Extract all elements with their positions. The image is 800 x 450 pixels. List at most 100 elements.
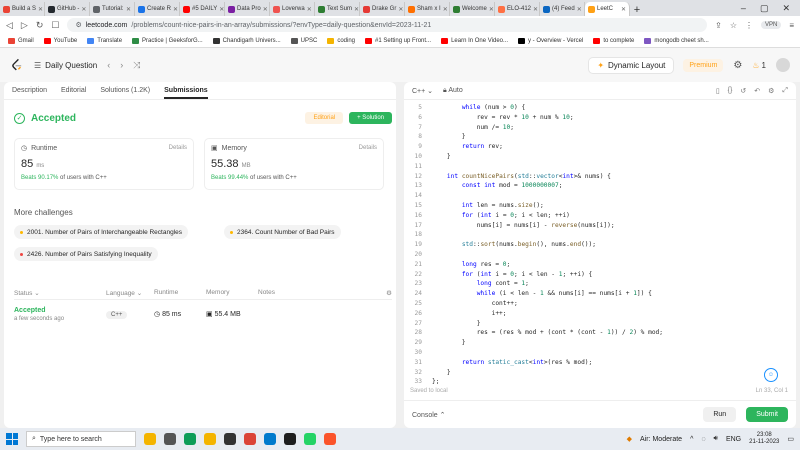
browser-tab[interactable]: ELO-412 ✕ bbox=[495, 2, 540, 16]
bookmark-item[interactable]: y - Overview - Vercel bbox=[518, 37, 583, 44]
windows-start-icon[interactable] bbox=[6, 433, 18, 445]
next-question-icon[interactable]: › bbox=[120, 60, 123, 70]
row-status-accepted[interactable]: Accepted bbox=[14, 307, 106, 314]
tab-solutions[interactable]: Solutions (1.2K) bbox=[100, 87, 150, 94]
weather-status[interactable]: Air: Moderate bbox=[640, 436, 682, 443]
notification-icon[interactable]: ▭ bbox=[787, 435, 794, 443]
tab-editorial[interactable]: Editorial bbox=[61, 87, 86, 94]
more-icon[interactable]: ≡ bbox=[789, 21, 794, 30]
bookmark-item[interactable]: mongodb cheet sh... bbox=[644, 37, 709, 44]
weather-widget-icon[interactable] bbox=[144, 433, 156, 445]
vpn-button[interactable]: VPN bbox=[760, 21, 782, 29]
language-indicator[interactable]: ENG bbox=[726, 436, 741, 443]
tray-chevron-icon[interactable]: ^ bbox=[690, 436, 693, 443]
tab-close-icon[interactable]: ✕ bbox=[443, 6, 448, 13]
tab-submissions[interactable]: Submissions bbox=[164, 87, 208, 99]
leetcode-logo-icon[interactable] bbox=[10, 58, 24, 72]
reset-icon[interactable]: ↺ bbox=[740, 87, 746, 95]
browser-tab[interactable]: LeetC ✕ bbox=[585, 2, 630, 16]
browser-tab[interactable]: (4) Feed ✕ bbox=[540, 2, 585, 16]
bookmark-item[interactable]: UPSC bbox=[290, 37, 317, 44]
challenge-chip-2426[interactable]: 2426. Number of Pairs Satisfying Inequal… bbox=[14, 247, 158, 261]
language-header[interactable]: Language ⌄ bbox=[106, 289, 154, 297]
browser-tab[interactable]: Welcome ✕ bbox=[450, 2, 495, 16]
close-window-icon[interactable]: ✕ bbox=[782, 3, 790, 14]
tab-close-icon[interactable]: ✕ bbox=[173, 6, 178, 13]
taskbar-search[interactable]: ⌕ Type here to search bbox=[26, 431, 136, 447]
fullscreen-icon[interactable]: ⤢ bbox=[782, 87, 788, 95]
tab-close-icon[interactable]: ✕ bbox=[577, 6, 582, 13]
maximize-icon[interactable]: ▢ bbox=[760, 3, 769, 14]
code-area[interactable]: 5 while (num > 0) {6 rev = rev * 10 + nu… bbox=[404, 100, 796, 390]
tab-close-icon[interactable]: ✕ bbox=[307, 6, 312, 13]
browser-tab[interactable]: Sham x I ✕ bbox=[405, 2, 450, 16]
browser-tab[interactable]: Drake Gr ✕ bbox=[360, 2, 405, 16]
streak-counter[interactable]: ♨ 1 bbox=[752, 61, 766, 70]
editorial-button[interactable]: Editorial bbox=[305, 112, 344, 124]
reload-icon[interactable]: ↻ bbox=[36, 20, 44, 31]
auto-mode[interactable]: 🔒︎ Auto bbox=[443, 87, 463, 95]
language-selector[interactable]: C++ ⌄ bbox=[412, 87, 433, 95]
tab-close-icon[interactable]: ✕ bbox=[38, 6, 43, 13]
run-button[interactable]: Run bbox=[703, 407, 737, 422]
share-icon[interactable]: ⇪ bbox=[715, 21, 722, 30]
runtime-card[interactable]: ◷ Runtime Details 85 ms Beats 90.17% of … bbox=[14, 138, 194, 190]
volume-icon[interactable]: 🔊︎ bbox=[714, 435, 718, 443]
tune-icon[interactable]: ⚙ bbox=[75, 21, 81, 29]
runtime-details-link[interactable]: Details bbox=[169, 145, 187, 151]
browser-tab[interactable]: Tutorial: ✕ bbox=[90, 2, 135, 16]
tab-close-icon[interactable]: ✕ bbox=[219, 6, 224, 13]
chrome-icon[interactable] bbox=[244, 433, 256, 445]
tab-close-icon[interactable]: ✕ bbox=[398, 6, 403, 13]
bookmark-item[interactable]: YouTube bbox=[43, 37, 77, 44]
mail-icon[interactable] bbox=[224, 433, 236, 445]
network-icon[interactable]: ◌ bbox=[701, 436, 705, 443]
brave-icon[interactable] bbox=[324, 433, 336, 445]
browser-tab[interactable]: #5 DAILY ✕ bbox=[180, 2, 225, 16]
browser-tab[interactable]: Text Sum ✕ bbox=[315, 2, 360, 16]
vscode-icon[interactable] bbox=[264, 433, 276, 445]
edge-icon[interactable] bbox=[184, 433, 196, 445]
tab-close-icon[interactable]: ✕ bbox=[533, 6, 538, 13]
tab-close-icon[interactable]: ✕ bbox=[126, 6, 131, 13]
bookmark-icon[interactable]: ☐ bbox=[51, 20, 59, 31]
clock[interactable]: 23:08 21-11-2023 bbox=[749, 432, 779, 446]
memory-details-link[interactable]: Details bbox=[359, 145, 377, 151]
browser-tab[interactable]: Create R ✕ bbox=[135, 2, 180, 16]
memory-card[interactable]: ▣ Memory Details 55.38 MB Beats 99.44% o… bbox=[204, 138, 384, 190]
console-toggle[interactable]: Console ⌃ bbox=[412, 411, 446, 419]
bookmark-item[interactable]: Chandigarh Univers... bbox=[212, 37, 281, 44]
bookmark-item[interactable]: Learn In One Video... bbox=[441, 37, 508, 44]
menu-dots-icon[interactable]: ⋮ bbox=[745, 21, 753, 30]
tab-close-icon[interactable]: ✕ bbox=[621, 6, 626, 13]
shuffle-icon[interactable]: ⤨ bbox=[133, 60, 140, 71]
table-settings-icon[interactable]: ⚙ bbox=[386, 289, 392, 297]
browser-tab[interactable]: Loverwa ✕ bbox=[270, 2, 315, 16]
bookmark-item[interactable]: #1 Setting up Front... bbox=[365, 37, 431, 44]
browser-tab[interactable]: GitHub - ✕ bbox=[45, 2, 90, 16]
avatar[interactable] bbox=[776, 58, 790, 72]
terminal-icon[interactable] bbox=[284, 433, 296, 445]
browser-tab[interactable]: Data Pro ✕ bbox=[225, 2, 270, 16]
undo-icon[interactable]: ↶ bbox=[754, 87, 760, 95]
bookmark-item[interactable]: coding bbox=[327, 37, 355, 44]
bookmark-item[interactable]: Gmail bbox=[8, 37, 34, 44]
status-header[interactable]: Status ⌄ bbox=[14, 289, 106, 297]
file-explorer-icon[interactable] bbox=[204, 433, 216, 445]
challenge-chip-2364[interactable]: 2364. Count Number of Bad Pairs bbox=[224, 225, 341, 239]
challenge-chip-2001[interactable]: 2001. Number of Pairs of Interchangeable… bbox=[14, 225, 189, 239]
tab-description[interactable]: Description bbox=[12, 87, 47, 94]
tab-close-icon[interactable]: ✕ bbox=[354, 6, 359, 13]
new-tab-button[interactable]: + bbox=[630, 4, 644, 16]
minimize-icon[interactable]: – bbox=[741, 3, 746, 13]
bookmark-item[interactable]: to complete bbox=[593, 37, 634, 44]
post-solution-button[interactable]: + Solution bbox=[349, 112, 392, 124]
daily-question-link[interactable]: ☰ Daily Question bbox=[34, 61, 97, 70]
submit-button[interactable]: Submit bbox=[746, 407, 788, 422]
braces-icon[interactable]: {} bbox=[728, 87, 733, 95]
dynamic-layout-button[interactable]: ✦ Dynamic Layout bbox=[589, 57, 674, 73]
table-row[interactable]: Accepted a few seconds ago C++ ◷ 85 ms ▣… bbox=[14, 302, 392, 326]
tab-close-icon[interactable]: ✕ bbox=[263, 6, 268, 13]
prev-question-icon[interactable]: ‹ bbox=[107, 60, 110, 70]
tab-close-icon[interactable]: ✕ bbox=[489, 6, 494, 13]
